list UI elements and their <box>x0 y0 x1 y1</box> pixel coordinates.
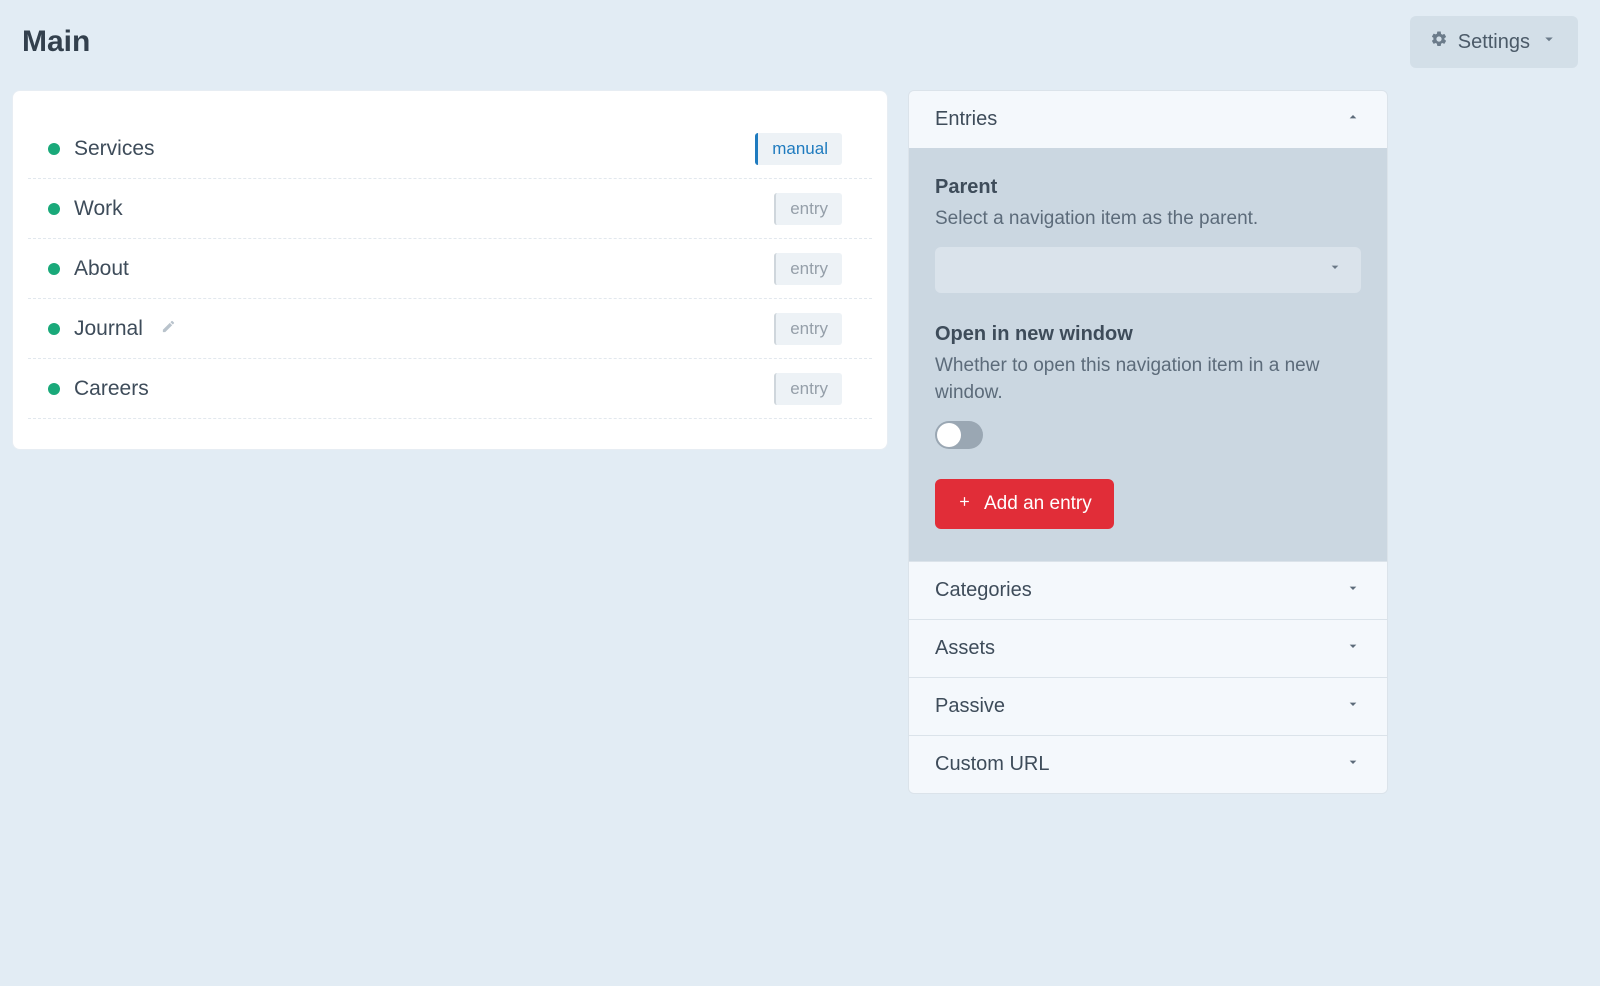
parent-field-desc: Select a navigation item as the parent. <box>935 205 1361 233</box>
accordion-header-entries[interactable]: Entries <box>909 91 1387 148</box>
page-title: Main <box>22 25 90 59</box>
status-dot-icon <box>48 143 60 155</box>
accordion-header-custom-url[interactable]: Custom URL <box>909 736 1387 793</box>
sidebar-accordion: Entries Parent Select a navigation item … <box>908 90 1388 794</box>
new-window-field: Open in new window Whether to open this … <box>935 323 1361 449</box>
accordion-title: Custom URL <box>935 753 1049 776</box>
chevron-down-icon <box>1345 579 1361 602</box>
pencil-icon[interactable] <box>161 319 176 339</box>
accordion-section-entries: Entries Parent Select a navigation item … <box>909 91 1387 561</box>
accordion-header-assets[interactable]: Assets <box>909 620 1387 677</box>
chevron-up-icon <box>1345 108 1361 131</box>
chevron-down-icon <box>1345 753 1361 776</box>
add-entry-button[interactable]: Add an entry <box>935 479 1114 529</box>
page-header: Main Settings <box>10 10 1590 90</box>
settings-button[interactable]: Settings <box>1410 16 1578 68</box>
parent-select[interactable] <box>935 247 1361 293</box>
accordion-section-custom-url: Custom URL <box>909 735 1387 793</box>
nav-item-label: Work <box>74 197 123 221</box>
new-window-field-desc: Whether to open this navigation item in … <box>935 352 1361 407</box>
nav-items-card: Services manual Work entry About <box>12 90 888 450</box>
nav-item-label: Journal <box>74 317 143 341</box>
nav-row-journal[interactable]: Journal entry <box>28 299 872 359</box>
nav-item-type-badge: entry <box>774 373 842 405</box>
gear-icon <box>1430 30 1448 54</box>
accordion-title: Categories <box>935 579 1032 602</box>
status-dot-icon <box>48 263 60 275</box>
chevron-down-icon <box>1327 259 1343 280</box>
status-dot-icon <box>48 203 60 215</box>
nav-item-label: Services <box>74 137 155 161</box>
accordion-section-categories: Categories <box>909 561 1387 619</box>
status-dot-icon <box>48 323 60 335</box>
parent-field-label: Parent <box>935 176 1361 199</box>
nav-item-type-badge: manual <box>755 133 842 165</box>
chevron-down-icon <box>1345 637 1361 660</box>
nav-row-about[interactable]: About entry <box>28 239 872 299</box>
chevron-down-icon <box>1540 30 1558 54</box>
add-entry-label: Add an entry <box>984 493 1092 515</box>
accordion-section-passive: Passive <box>909 677 1387 735</box>
new-window-field-label: Open in new window <box>935 323 1361 346</box>
accordion-title: Passive <box>935 695 1005 718</box>
nav-item-label: Careers <box>74 377 149 401</box>
nav-item-type-badge: entry <box>774 253 842 285</box>
plus-icon <box>957 493 972 515</box>
nav-item-label: About <box>74 257 129 281</box>
parent-field: Parent Select a navigation item as the p… <box>935 176 1361 293</box>
nav-row-work[interactable]: Work entry <box>28 179 872 239</box>
accordion-title: Entries <box>935 108 997 131</box>
status-dot-icon <box>48 383 60 395</box>
chevron-down-icon <box>1345 695 1361 718</box>
toggle-knob <box>937 423 961 447</box>
nav-item-type-badge: entry <box>774 193 842 225</box>
new-window-toggle[interactable] <box>935 421 983 449</box>
accordion-header-categories[interactable]: Categories <box>909 562 1387 619</box>
accordion-section-assets: Assets <box>909 619 1387 677</box>
accordion-header-passive[interactable]: Passive <box>909 678 1387 735</box>
entries-panel: Parent Select a navigation item as the p… <box>909 148 1387 561</box>
nav-row-careers[interactable]: Careers entry <box>28 359 872 419</box>
nav-row-services[interactable]: Services manual <box>28 119 872 179</box>
settings-label: Settings <box>1458 31 1530 54</box>
nav-item-type-badge: entry <box>774 313 842 345</box>
accordion-title: Assets <box>935 637 995 660</box>
